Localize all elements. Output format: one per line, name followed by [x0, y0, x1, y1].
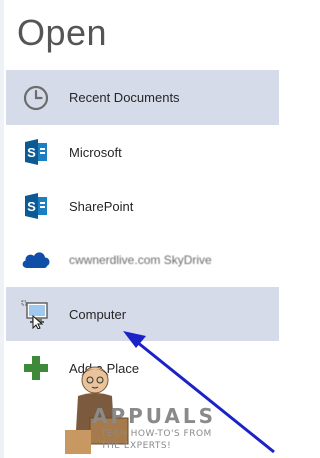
- place-label: Recent Documents: [69, 90, 180, 105]
- watermark-tagline: TECH HOW-TO'S FROM THE EXPERTS!: [101, 428, 212, 452]
- place-label: Microsoft: [69, 144, 122, 160]
- watermark-tagline-line2: THE EXPERTS!: [101, 441, 172, 451]
- place-microsoft[interactable]: S Microsoft: [6, 125, 279, 179]
- onedrive-cloud-icon: [20, 244, 52, 276]
- watermark-tagline-line1: TECH HOW-TO'S FROM: [101, 429, 212, 439]
- place-label: cwwnerdlive.com SkyDrive: [69, 253, 212, 267]
- svg-text:S: S: [27, 199, 36, 214]
- svg-text:S: S: [27, 145, 36, 160]
- place-computer[interactable]: Computer: [6, 287, 279, 341]
- place-label: Computer: [69, 306, 127, 322]
- computer-icon: [20, 298, 52, 330]
- place-sharepoint[interactable]: S SharePoint: [6, 179, 279, 233]
- watermark-name: APPUALS: [92, 404, 217, 428]
- place-skydrive[interactable]: cwwnerdlive.com SkyDrive: [6, 233, 279, 287]
- place-recent-documents[interactable]: Recent Documents: [6, 70, 279, 125]
- sharepoint-icon: S: [20, 136, 52, 168]
- places-list: Recent Documents S Microsoft S SharePoin…: [6, 70, 279, 395]
- clock-icon: [20, 82, 52, 114]
- sharepoint-icon: S: [20, 190, 52, 222]
- open-backstage-panel: Open Recent Documents S Microsoft S Shar…: [0, 0, 279, 458]
- place-label: SharePoint: [69, 198, 134, 214]
- page-title: Open: [17, 12, 108, 53]
